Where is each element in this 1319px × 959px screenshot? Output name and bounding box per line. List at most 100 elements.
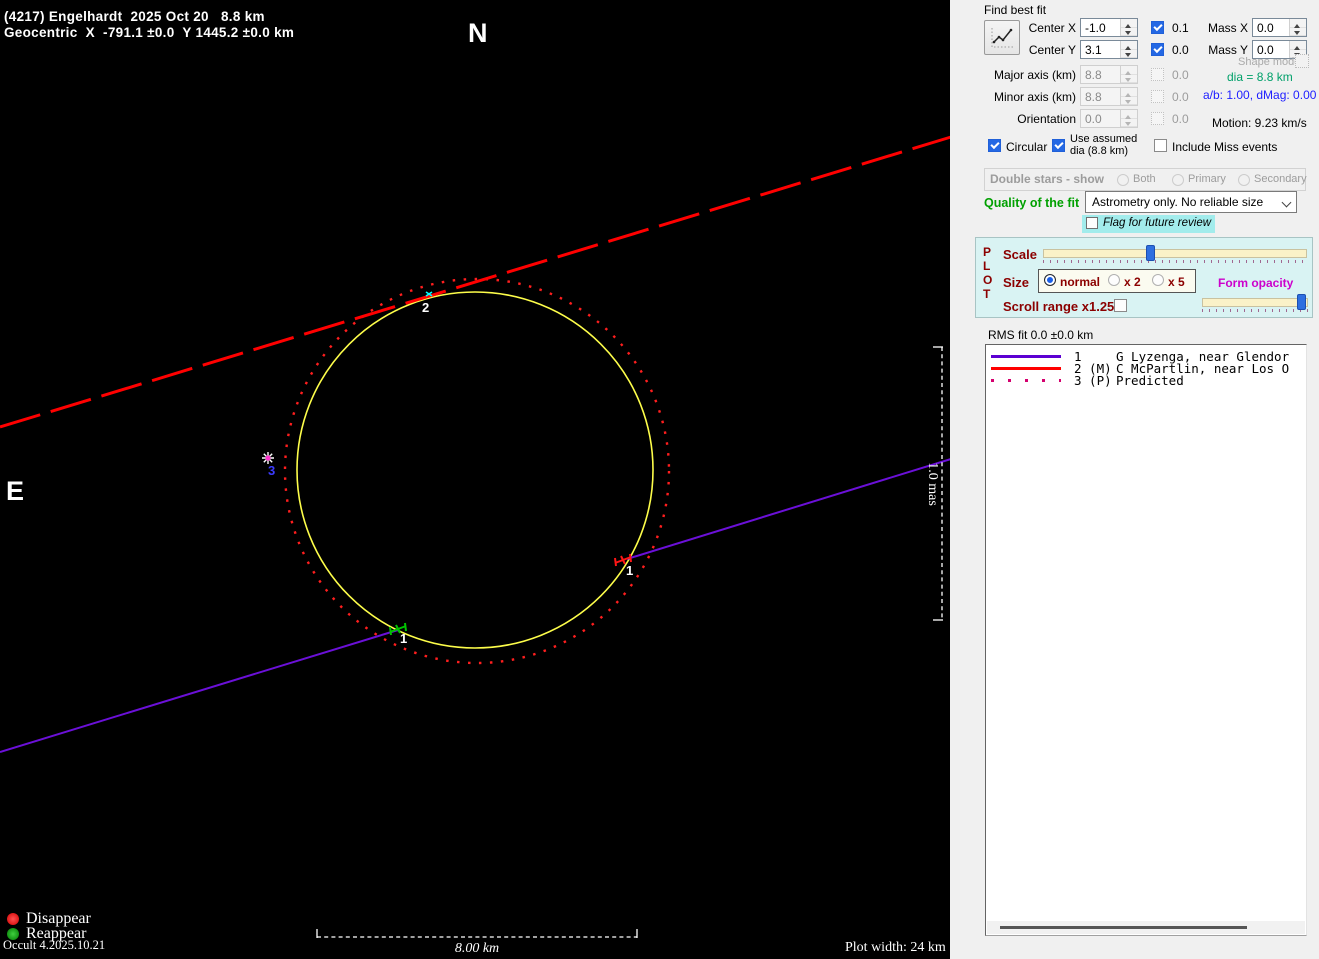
horizontal-scrollbar[interactable]: [987, 921, 1305, 934]
minor-axis-value: 8.8: [1081, 88, 1120, 105]
double-stars-secondary-label: Secondary: [1254, 173, 1307, 185]
scale-slider-ticks: [1043, 260, 1307, 263]
size-x5-radio[interactable]: [1152, 274, 1164, 286]
orientation-label: Orientation: [970, 112, 1076, 126]
chevron-down-icon[interactable]: [1280, 192, 1296, 212]
flag-review-row: Flag for future review: [1082, 215, 1215, 233]
minor-axis-spinner: [1120, 88, 1137, 105]
orientation-spinner: [1120, 110, 1137, 127]
major-axis-step-checkbox: [1151, 68, 1164, 81]
mass-x-spinner[interactable]: [1289, 19, 1306, 36]
major-axis-label: Major axis (km): [970, 68, 1076, 82]
spin-down-icon[interactable]: [1290, 28, 1306, 37]
spin-down-icon[interactable]: [1121, 50, 1137, 59]
circular-checkbox[interactable]: [988, 139, 1001, 152]
flag-review-label: Flag for future review: [1103, 217, 1211, 229]
plot-letter-t: T: [983, 287, 990, 301]
mass-x-label: Mass X: [1202, 21, 1248, 35]
rms-fit-label: RMS fit 0.0 ±0.0 km: [988, 328, 1093, 342]
center-x-field[interactable]: -1.0: [1080, 18, 1138, 37]
center-y-step-value: 0.0: [1172, 43, 1189, 57]
form-opacity-slider-track[interactable]: [1202, 298, 1308, 307]
scale-slider-track[interactable]: [1043, 249, 1307, 258]
chord-1-swatch-icon: [991, 355, 1061, 358]
spin-up-icon[interactable]: [1121, 19, 1137, 28]
double-stars-label: Double stars - show: [990, 172, 1104, 186]
spin-down-icon: [1121, 75, 1137, 84]
spin-up-icon[interactable]: [1290, 19, 1306, 28]
use-assumed-dia-checkbox[interactable]: [1052, 139, 1065, 152]
app-version: Occult 4.2025.10.21: [3, 938, 105, 953]
observed-chord-segment-east[interactable]: [627, 459, 951, 559]
double-stars-both-label: Both: [1133, 173, 1156, 185]
center-y-spinner[interactable]: [1120, 41, 1137, 58]
spin-down-icon[interactable]: [1121, 28, 1137, 37]
use-assumed-label-1: Use assumed: [1070, 133, 1137, 145]
disappear-dot-icon: [7, 913, 19, 925]
major-axis-value: 8.8: [1081, 66, 1120, 83]
observed-chord-segment-west[interactable]: [0, 630, 398, 752]
plot-svg: 8.00 km 1.0 mas: [0, 0, 952, 959]
scale-label: Scale: [1003, 247, 1037, 262]
scroll-range-checkbox[interactable]: [1114, 299, 1127, 312]
miss-chord-line[interactable]: [0, 137, 951, 427]
center-x-label: Center X: [1010, 21, 1076, 35]
observer-list[interactable]: 1 G Lyzenga, near Glendor 2 (M) C McPart…: [985, 344, 1307, 936]
find-best-fit-title: Find best fit: [984, 3, 1046, 17]
spin-up-icon[interactable]: [1290, 41, 1306, 50]
size-normal-radio[interactable]: [1044, 274, 1056, 286]
scroll-range-label: Scroll range x1.25: [1003, 299, 1114, 314]
quality-of-fit-label: Quality of the fit: [984, 196, 1079, 210]
major-axis-field: 8.8: [1080, 65, 1138, 84]
occultation-plot-canvas[interactable]: 8.00 km 1.0 mas: [0, 0, 952, 959]
major-axis-step-value: 0.0: [1172, 68, 1189, 82]
center-y-step-checkbox[interactable]: [1151, 43, 1164, 56]
mass-x-field[interactable]: 0.0: [1252, 18, 1307, 37]
quality-of-fit-value: Astrometry only. No reliable size: [1086, 195, 1280, 209]
center-y-field[interactable]: 3.1: [1080, 40, 1138, 59]
dia-readout: dia = 8.8 km: [1227, 70, 1293, 84]
scrollbar-thumb[interactable]: [1000, 926, 1247, 929]
plot-title-line2: Geocentric X -791.1 ±0.0 Y 1445.2 ±0.0 k…: [4, 25, 294, 40]
spin-up-icon: [1121, 110, 1137, 119]
include-miss-events-label: Include Miss events: [1172, 140, 1277, 154]
orientation-step-checkbox: [1151, 112, 1164, 125]
form-opacity-label: Form opacity: [1218, 276, 1293, 290]
flag-review-checkbox[interactable]: [1086, 217, 1098, 229]
circular-label: Circular: [1006, 140, 1047, 154]
center-x-step-value: 0.1: [1172, 21, 1189, 35]
chord-3-swatch-icon: [991, 379, 1061, 382]
predicted-star-label: 3: [268, 463, 275, 478]
north-label: N: [468, 18, 488, 49]
km-scale-label: 8.00 km: [455, 941, 499, 956]
center-x-spinner[interactable]: [1120, 19, 1137, 36]
double-stars-primary-radio: [1172, 174, 1184, 186]
form-opacity-slider-thumb[interactable]: [1297, 294, 1306, 310]
minor-axis-step-checkbox: [1151, 90, 1164, 103]
predicted-profile-circle: [285, 279, 669, 663]
size-normal-label: normal: [1060, 275, 1100, 289]
size-x2-radio[interactable]: [1108, 274, 1120, 286]
ab-dmag-readout: a/b: 1.00, dMag: 0.00: [1203, 88, 1316, 102]
center-x-value[interactable]: -1.0: [1081, 19, 1120, 36]
mass-x-value[interactable]: 0.0: [1253, 19, 1289, 36]
shape-model-button[interactable]: [1295, 54, 1309, 68]
center-x-step-checkbox[interactable]: [1151, 21, 1164, 34]
spin-up-icon[interactable]: [1121, 41, 1137, 50]
predicted-star-center: [265, 455, 270, 460]
center-y-label: Center Y: [1010, 43, 1076, 57]
chord-label-1-disappear: 1: [626, 563, 633, 578]
observer-row[interactable]: 3 (P) Predicted: [986, 374, 1306, 387]
observer-name: Predicted: [1116, 373, 1304, 388]
observer-num: 3 (P): [1074, 373, 1112, 388]
motion-readout: Motion: 9.23 km/s: [1212, 116, 1307, 130]
quality-of-fit-dropdown[interactable]: Astrometry only. No reliable size: [1085, 191, 1297, 213]
center-y-value[interactable]: 3.1: [1081, 41, 1120, 58]
scale-slider-thumb[interactable]: [1146, 245, 1155, 261]
spin-down-icon: [1121, 97, 1137, 106]
minor-axis-step-value: 0.0: [1172, 90, 1189, 104]
minor-axis-field: 8.8: [1080, 87, 1138, 106]
size-x5-label: x 5: [1168, 275, 1185, 289]
east-label: E: [6, 476, 24, 507]
include-miss-events-checkbox[interactable]: [1154, 139, 1167, 152]
